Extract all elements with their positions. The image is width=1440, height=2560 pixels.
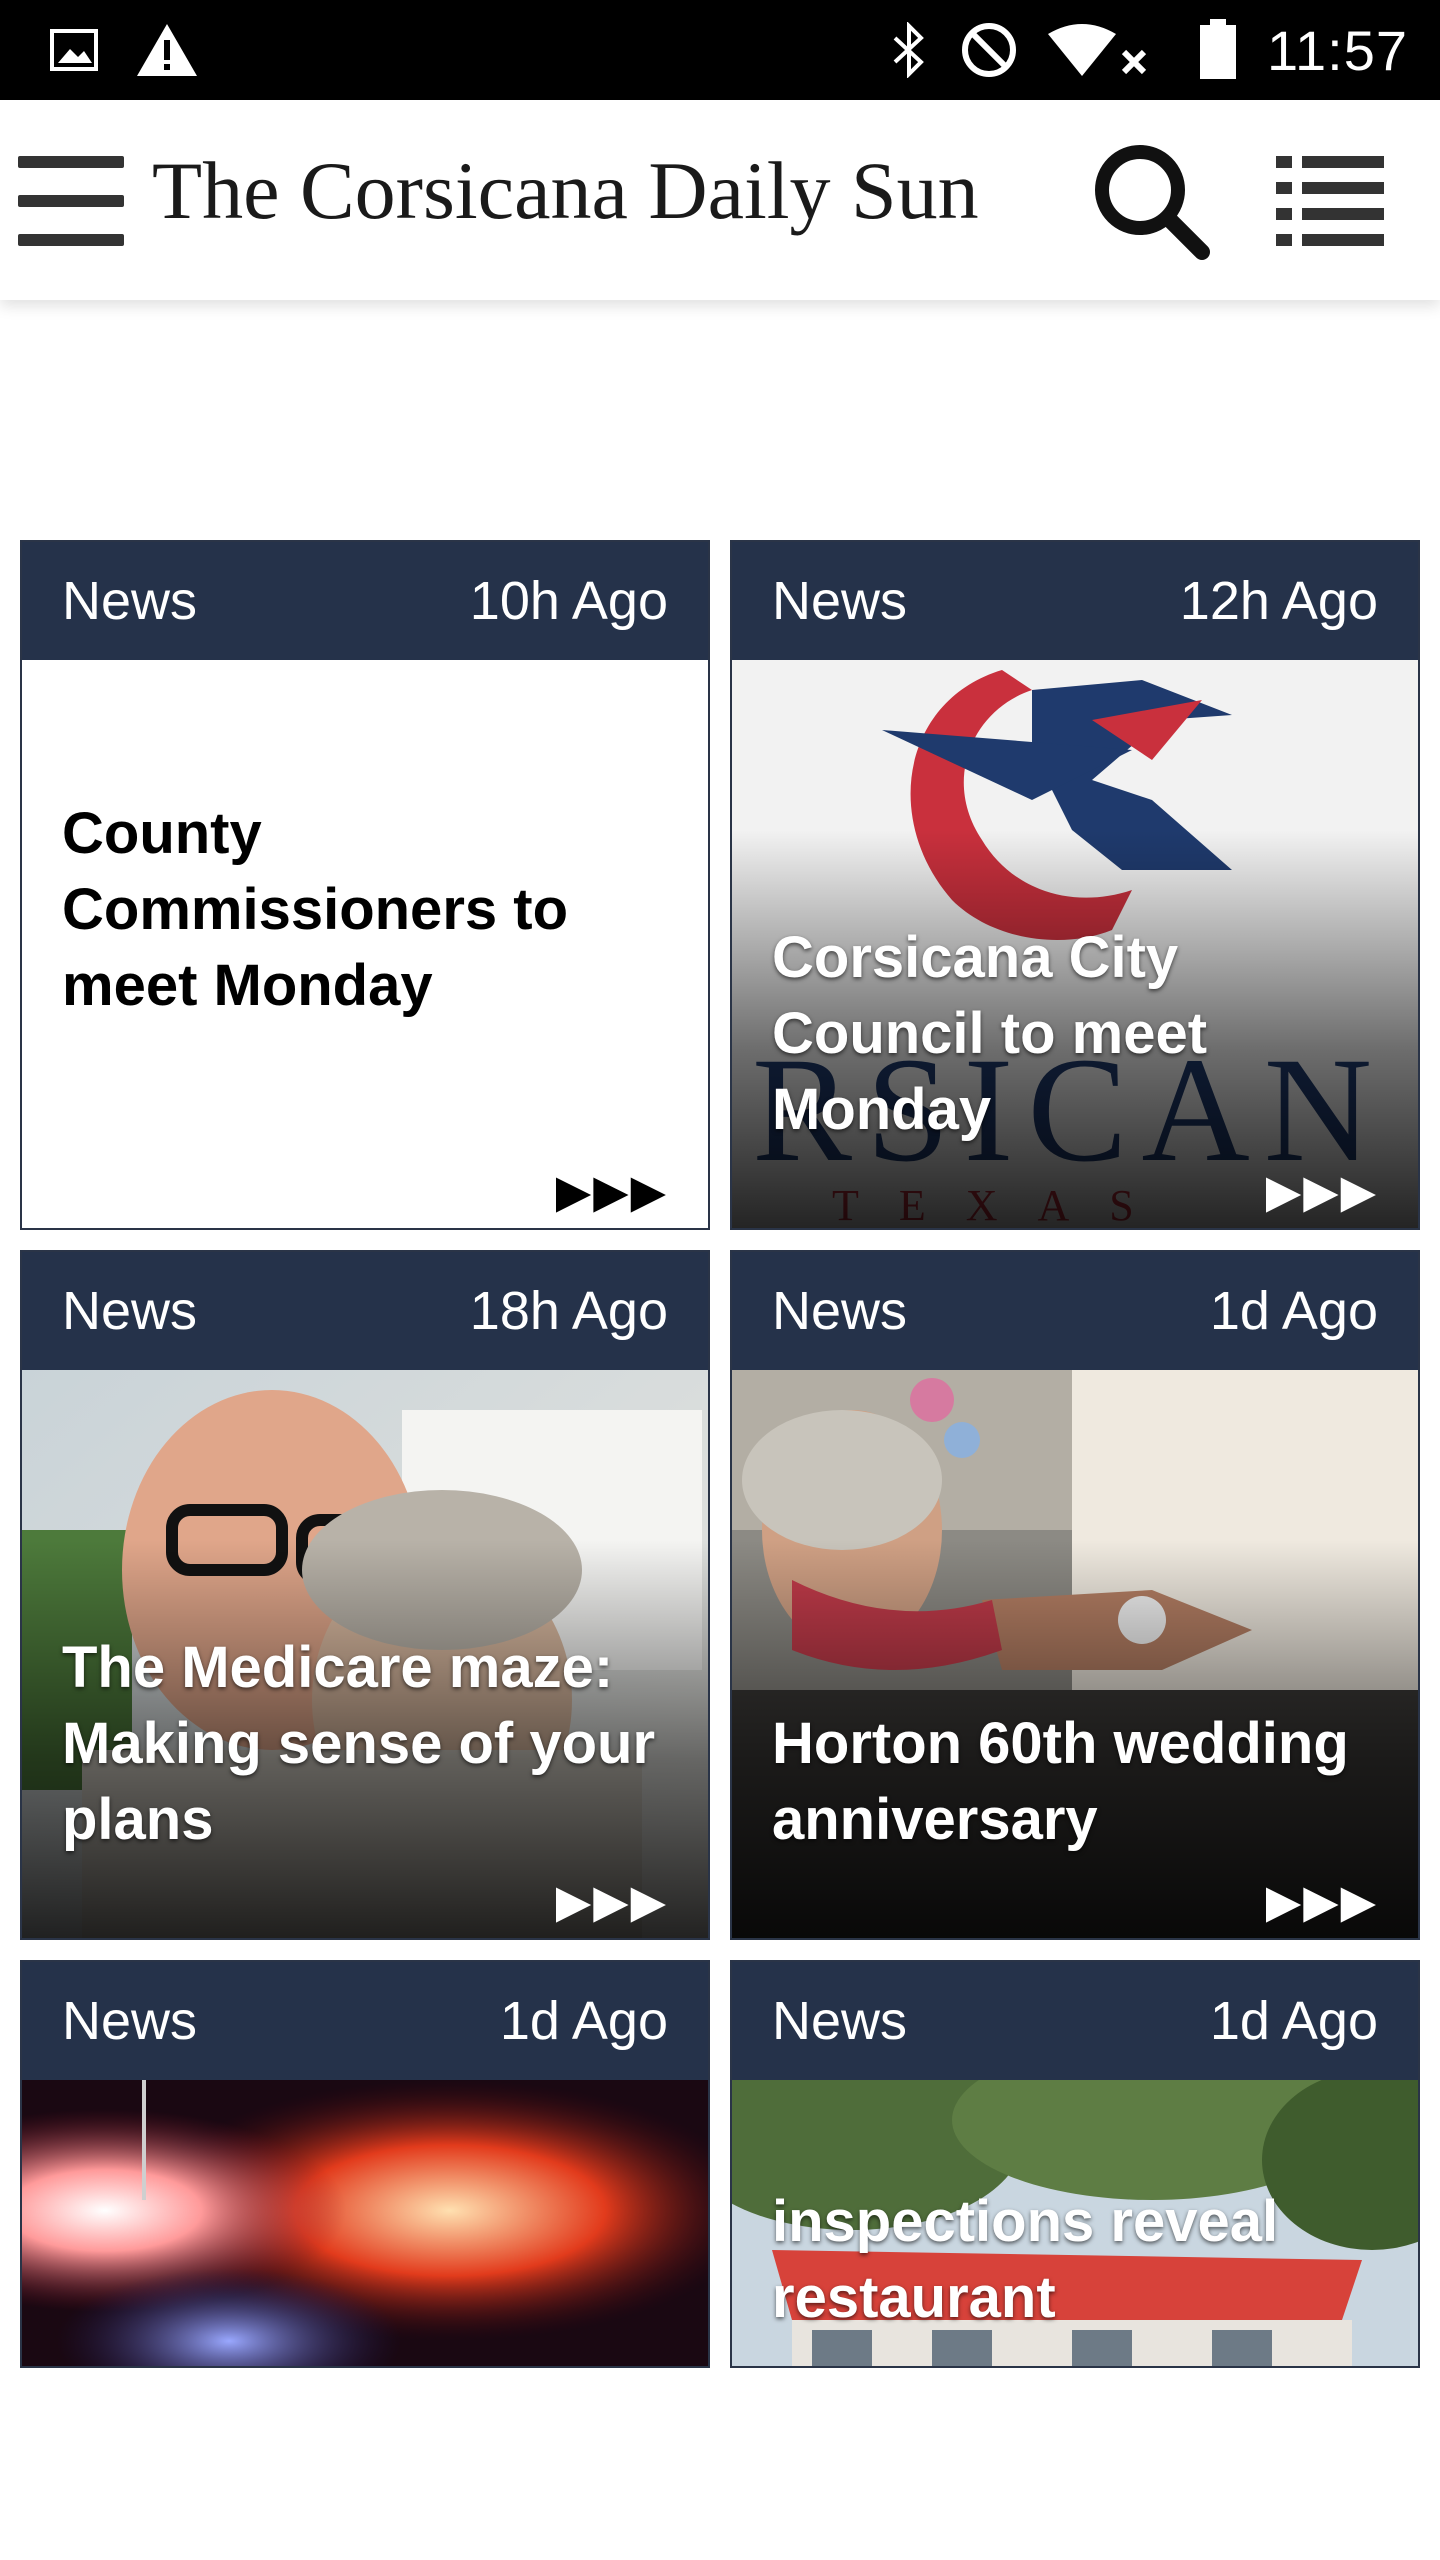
- battery-icon: [1196, 19, 1240, 79]
- news-card[interactable]: News 1d Ago: [20, 1960, 710, 2368]
- card-header: News 1d Ago: [732, 1962, 1418, 2080]
- bluetooth-icon: [884, 22, 934, 78]
- app-title: The Corsicana Daily Sun: [152, 145, 979, 236]
- news-card[interactable]: News 1d Ago Horton 60th wedding annivers…: [730, 1250, 1420, 1940]
- wifi-icon: [1044, 22, 1154, 78]
- card-category: News: [772, 1991, 908, 2051]
- card-category: News: [772, 571, 908, 631]
- news-card[interactable]: News 10h Ago County Commissioners to mee…: [20, 540, 710, 1230]
- status-time: 11:57: [1267, 19, 1408, 82]
- search-icon[interactable]: [1088, 138, 1212, 262]
- do-not-disturb-icon: [958, 22, 1020, 78]
- card-body: inspections reveal restaurant: [732, 2080, 1418, 2366]
- card-age: 1d Ago: [1209, 1991, 1378, 2051]
- card-age: 18h Ago: [469, 1281, 668, 1341]
- card-category: News: [772, 1281, 908, 1341]
- status-bar: 11:57: [0, 0, 1440, 100]
- ad-space: [0, 300, 1440, 540]
- more-arrows-icon[interactable]: ▶▶▶: [556, 1164, 668, 1218]
- news-card[interactable]: News 1d Ago inspections reveal restauran…: [730, 1960, 1420, 2368]
- card-body: RSICAN TEXAS Corsicana City Council to m…: [732, 660, 1418, 1228]
- image-icon: [46, 22, 102, 78]
- card-category: News: [62, 1991, 198, 2051]
- card-age: 1d Ago: [499, 1991, 668, 2051]
- card-body: County Commissioners to meet Monday ▶▶▶: [22, 660, 708, 1228]
- card-category: News: [62, 571, 198, 631]
- card-body: [22, 2080, 708, 2366]
- news-card[interactable]: News 12h Ago RSICAN TEXAS Corsicana City…: [730, 540, 1420, 1230]
- more-arrows-icon[interactable]: ▶▶▶: [1266, 1874, 1378, 1928]
- card-age: 1d Ago: [1209, 1281, 1378, 1341]
- card-headline[interactable]: The Medicare maze: Making sense of your …: [62, 1630, 678, 1858]
- card-headline[interactable]: Corsicana City Council to meet Monday: [772, 920, 1388, 1148]
- hamburger-menu-icon[interactable]: [18, 156, 124, 246]
- police-lights-image: [22, 2080, 708, 2366]
- card-age: 12h Ago: [1179, 571, 1378, 631]
- app-bar: The Corsicana Daily Sun: [0, 100, 1440, 300]
- card-header: News 1d Ago: [732, 1252, 1418, 1370]
- card-headline[interactable]: Horton 60th wedding anniversary: [772, 1706, 1388, 1858]
- card-age: 10h Ago: [469, 571, 668, 631]
- card-category: News: [62, 1281, 198, 1341]
- news-card[interactable]: News 18h Ago The Medicare maze: Making s…: [20, 1250, 710, 1940]
- list-view-icon[interactable]: [1276, 152, 1384, 248]
- card-headline[interactable]: County Commissioners to meet Monday: [62, 796, 678, 1024]
- card-body: The Medicare maze: Making sense of your …: [22, 1370, 708, 1938]
- card-headline[interactable]: inspections reveal restaurant: [772, 2184, 1388, 2336]
- more-arrows-icon[interactable]: ▶▶▶: [1266, 1164, 1378, 1218]
- card-header: News 12h Ago: [732, 542, 1418, 660]
- card-header: News 18h Ago: [22, 1252, 708, 1370]
- card-header: News 1d Ago: [22, 1962, 708, 2080]
- card-body: Horton 60th wedding anniversary ▶▶▶: [732, 1370, 1418, 1938]
- more-arrows-icon[interactable]: ▶▶▶: [556, 1874, 668, 1928]
- card-header: News 10h Ago: [22, 542, 708, 660]
- warning-icon: [134, 22, 200, 78]
